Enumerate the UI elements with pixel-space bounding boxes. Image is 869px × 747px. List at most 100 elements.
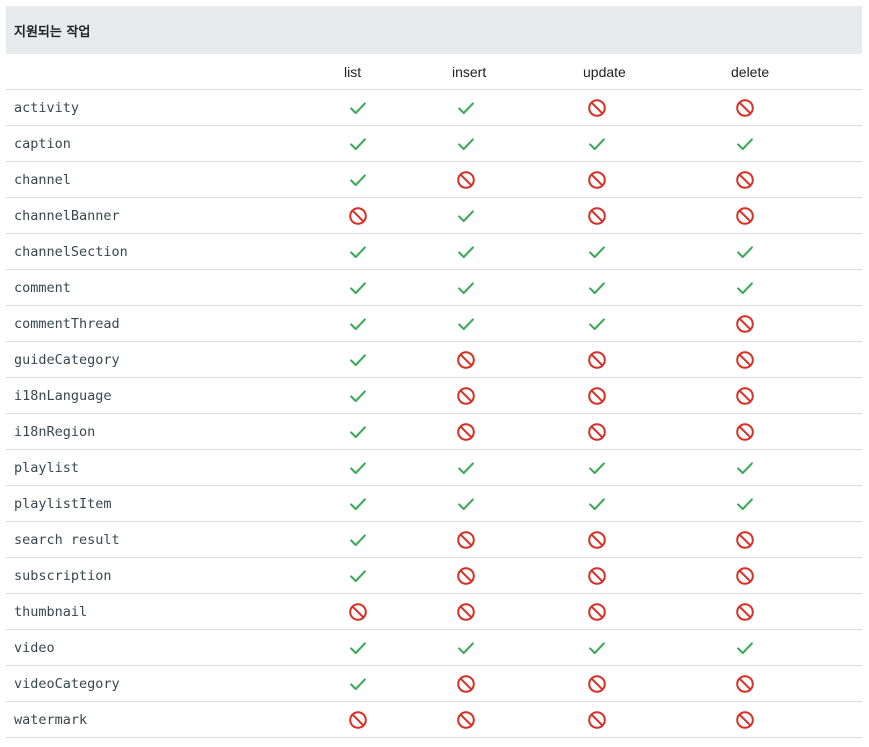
cell-list <box>339 629 447 666</box>
header-insert: insert <box>447 54 578 90</box>
resource-name: videoCategory <box>6 665 339 702</box>
check-icon <box>734 637 756 659</box>
cell-insert <box>447 125 578 162</box>
header-resource <box>6 54 339 90</box>
table-body: activity caption channel channelBanner chann… <box>6 89 862 738</box>
cell-insert <box>447 377 578 414</box>
check-icon <box>586 637 608 659</box>
not-supported-icon <box>586 673 608 695</box>
cell-list <box>339 449 447 486</box>
resource-name: playlist <box>6 449 339 486</box>
check-icon <box>455 457 477 479</box>
table-row: i18nLanguage <box>6 377 862 414</box>
cell-list <box>339 125 447 162</box>
not-supported-icon <box>586 565 608 587</box>
cell-update <box>578 593 726 630</box>
check-icon <box>455 313 477 335</box>
check-icon <box>347 97 369 119</box>
check-icon <box>347 313 369 335</box>
resource-name: watermark <box>6 701 339 738</box>
cell-insert <box>447 233 578 270</box>
table-row: activity <box>6 89 862 126</box>
table-row: i18nRegion <box>6 413 862 450</box>
check-icon <box>347 673 369 695</box>
resource-name: commentThread <box>6 305 339 342</box>
cell-delete <box>726 233 862 270</box>
resource-name: activity <box>6 89 339 126</box>
table-row: comment <box>6 269 862 306</box>
cell-insert <box>447 557 578 594</box>
cell-update <box>578 269 726 306</box>
table-row: channel <box>6 161 862 198</box>
table-row: commentThread <box>6 305 862 342</box>
cell-insert <box>447 413 578 450</box>
check-icon <box>347 421 369 443</box>
cell-list <box>339 89 447 126</box>
cell-list <box>339 413 447 450</box>
cell-update <box>578 521 726 558</box>
cell-delete <box>726 629 862 666</box>
cell-update <box>578 701 726 738</box>
not-supported-icon <box>586 709 608 731</box>
not-supported-icon <box>347 205 369 227</box>
check-icon <box>347 169 369 191</box>
not-supported-icon <box>455 565 477 587</box>
not-supported-icon <box>734 385 756 407</box>
check-icon <box>455 241 477 263</box>
not-supported-icon <box>455 673 477 695</box>
header-list: list <box>339 54 447 90</box>
cell-insert <box>447 593 578 630</box>
cell-delete <box>726 305 862 342</box>
check-icon <box>734 133 756 155</box>
cell-list <box>339 197 447 234</box>
header-row: list insert update delete <box>6 54 862 90</box>
not-supported-icon <box>734 709 756 731</box>
cell-delete <box>726 89 862 126</box>
check-icon <box>455 277 477 299</box>
cell-update <box>578 629 726 666</box>
cell-delete <box>726 377 862 414</box>
cell-insert <box>447 665 578 702</box>
cell-delete <box>726 557 862 594</box>
not-supported-icon <box>347 709 369 731</box>
cell-insert <box>447 197 578 234</box>
cell-update <box>578 233 726 270</box>
resource-name: subscription <box>6 557 339 594</box>
not-supported-icon <box>586 169 608 191</box>
not-supported-icon <box>734 529 756 551</box>
cell-delete <box>726 665 862 702</box>
check-icon <box>455 637 477 659</box>
cell-list <box>339 305 447 342</box>
not-supported-icon <box>734 169 756 191</box>
check-icon <box>586 241 608 263</box>
check-icon <box>455 97 477 119</box>
cell-list <box>339 665 447 702</box>
not-supported-icon <box>734 601 756 623</box>
cell-list <box>339 233 447 270</box>
table-row: subscription <box>6 557 862 594</box>
cell-insert <box>447 161 578 198</box>
check-icon <box>455 205 477 227</box>
cell-insert <box>447 449 578 486</box>
cell-list <box>339 701 447 738</box>
check-icon <box>455 133 477 155</box>
resource-name: search result <box>6 521 339 558</box>
check-icon <box>347 385 369 407</box>
check-icon <box>586 133 608 155</box>
not-supported-icon <box>455 385 477 407</box>
cell-update <box>578 485 726 522</box>
cell-update <box>578 377 726 414</box>
cell-insert <box>447 485 578 522</box>
not-supported-icon <box>734 673 756 695</box>
cell-list <box>339 269 447 306</box>
table-row: playlist <box>6 449 862 486</box>
cell-delete <box>726 197 862 234</box>
cell-list <box>339 521 447 558</box>
resource-name: video <box>6 629 339 666</box>
resource-name: thumbnail <box>6 593 339 630</box>
check-icon <box>347 493 369 515</box>
not-supported-icon <box>455 601 477 623</box>
not-supported-icon <box>455 349 477 371</box>
cell-insert <box>447 629 578 666</box>
resource-name: channelBanner <box>6 197 339 234</box>
